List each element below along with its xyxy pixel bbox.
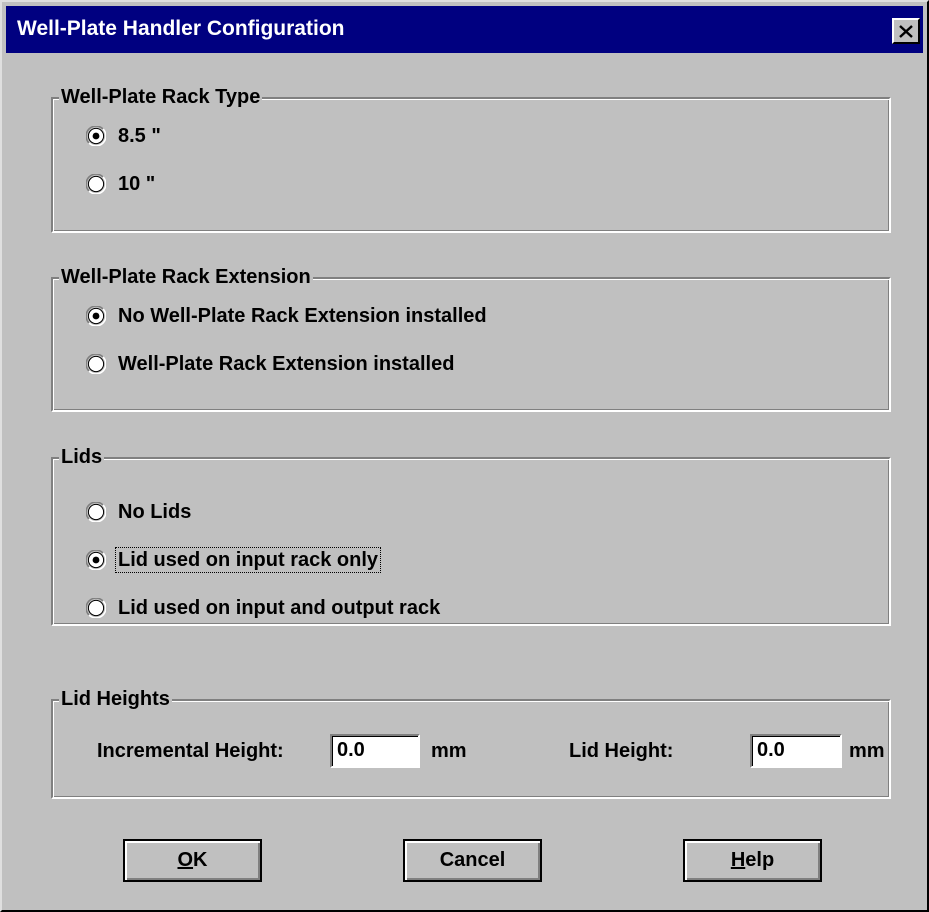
radio-extension-installed[interactable]: Well-Plate Rack Extension installed xyxy=(86,352,456,376)
ok-label-rest: K xyxy=(193,849,208,871)
radio-unselected-icon xyxy=(86,174,106,194)
radio-label: No Well-Plate Rack Extension installed xyxy=(118,305,487,327)
cancel-button[interactable]: Cancel xyxy=(403,839,542,882)
window-title: Well-Plate Handler Configuration xyxy=(17,17,345,40)
incremental-height-input[interactable]: 0.0 xyxy=(330,734,420,768)
radio-selected-icon xyxy=(86,306,106,326)
help-button[interactable]: Help xyxy=(683,839,822,882)
help-label-rest: elp xyxy=(745,849,775,871)
radio-rack-type-10[interactable]: 10 " xyxy=(86,172,157,196)
radio-lid-input-only[interactable]: Lid used on input rack only xyxy=(86,547,382,573)
radio-no-lids[interactable]: No Lids xyxy=(86,500,193,524)
incremental-height-label: Incremental Height: xyxy=(97,740,284,762)
radio-rack-type-8-5[interactable]: 8.5 " xyxy=(86,124,163,148)
group-lid-heights: Lid Heights Incremental Height: 0.0 mm L… xyxy=(51,687,891,799)
radio-unselected-icon xyxy=(86,598,106,618)
group-rack-type: Well-Plate Rack Type 8.5 " 10 " xyxy=(51,85,891,233)
radio-selected-icon xyxy=(86,126,106,146)
radio-lid-input-output[interactable]: Lid used on input and output rack xyxy=(86,596,442,620)
group-label-rack-type: Well-Plate Rack Type xyxy=(59,85,263,109)
radio-label: Well-Plate Rack Extension installed xyxy=(118,353,455,375)
title-bar[interactable]: Well-Plate Handler Configuration xyxy=(6,6,923,53)
lid-height-input[interactable]: 0.0 xyxy=(750,734,842,768)
radio-unselected-icon xyxy=(86,502,106,522)
lid-height-unit: mm xyxy=(849,740,885,762)
group-label-lid-heights: Lid Heights xyxy=(59,687,172,711)
cancel-label: Cancel xyxy=(439,849,506,871)
radio-label: 8.5 " xyxy=(118,125,161,147)
ok-button[interactable]: OK xyxy=(123,839,262,882)
radio-no-extension[interactable]: No Well-Plate Rack Extension installed xyxy=(86,304,489,328)
close-button[interactable] xyxy=(892,18,920,44)
radio-label: Lid used on input and output rack xyxy=(118,597,441,619)
group-label-lids: Lids xyxy=(59,445,105,469)
ok-mnemonic: O xyxy=(177,849,194,871)
dialog-window: Well-Plate Handler Configuration Well-Pl… xyxy=(0,0,929,912)
radio-label: 10 " xyxy=(118,173,156,195)
radio-label: Lid used on input rack only xyxy=(114,547,382,573)
lid-height-label: Lid Height: xyxy=(569,740,674,762)
radio-label: No Lids xyxy=(118,501,192,523)
group-lids: Lids No Lids Lid used on input rack only xyxy=(51,445,891,626)
close-icon xyxy=(899,24,913,38)
radio-selected-icon xyxy=(86,550,106,570)
group-rack-extension: Well-Plate Rack Extension No Well-Plate … xyxy=(51,265,891,412)
radio-unselected-icon xyxy=(86,354,106,374)
incremental-height-unit: mm xyxy=(431,740,467,762)
group-label-rack-extension: Well-Plate Rack Extension xyxy=(59,265,313,289)
help-mnemonic: H xyxy=(730,849,746,871)
